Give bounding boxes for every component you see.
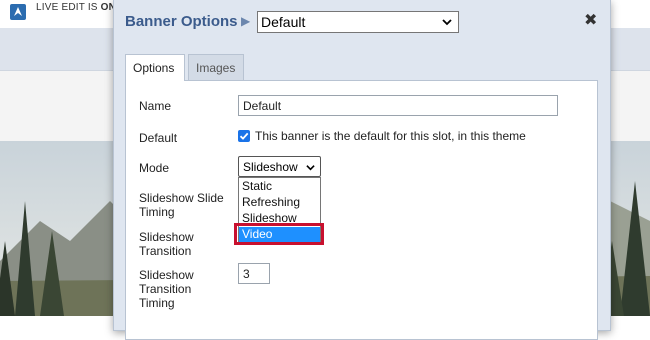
transition-timing-label-line2: Transition (139, 282, 192, 296)
tab-images[interactable]: Images (188, 54, 244, 80)
transition-label-line1: Slideshow (139, 230, 194, 244)
mode-option-static[interactable]: Static (239, 179, 320, 194)
breadcrumb-arrow-icon: ▶ (241, 14, 251, 28)
transition-timing-input[interactable]: 3 (238, 263, 270, 284)
close-button[interactable]: ✖ (584, 10, 597, 30)
transition-label-line2: Transition (139, 244, 192, 258)
mode-select[interactable]: Slideshow (238, 156, 321, 177)
dialog-title: Banner Options (125, 13, 238, 30)
banner-select[interactable]: Default (257, 11, 459, 33)
transition-timing-label: Slideshow Transition Timing (139, 268, 194, 310)
chevron-down-icon (442, 19, 452, 26)
banner-select-value: Default (261, 14, 306, 30)
default-checkbox[interactable] (238, 130, 250, 142)
live-edit-label: LIVE EDIT IS (36, 2, 98, 13)
name-input[interactable]: Default (238, 95, 558, 116)
mode-select-value: Slideshow (243, 160, 298, 174)
transition-timing-label-line3: Timing (139, 296, 175, 310)
tab-options[interactable]: Options (125, 54, 185, 81)
slide-timing-label-line1: Slideshow Slide (139, 191, 224, 205)
live-edit-status: LIVE EDIT IS ON (36, 2, 116, 13)
transition-timing-label-line1: Slideshow (139, 268, 194, 282)
mode-label: Mode (139, 161, 170, 175)
chevron-down-icon (306, 165, 315, 171)
slide-timing-label-line2: Timing (139, 205, 175, 219)
default-label: Default (139, 131, 178, 145)
name-label: Name (139, 99, 172, 113)
checkmark-icon (239, 132, 249, 140)
default-checkbox-label[interactable]: This banner is the default for this slot… (255, 129, 526, 143)
transition-label: Slideshow Transition (139, 230, 194, 258)
video-option-highlight (234, 223, 324, 245)
app-logo-icon (10, 4, 26, 20)
mode-option-refreshing[interactable]: Refreshing (239, 195, 320, 210)
slide-timing-label: Slideshow Slide Timing (139, 191, 224, 219)
